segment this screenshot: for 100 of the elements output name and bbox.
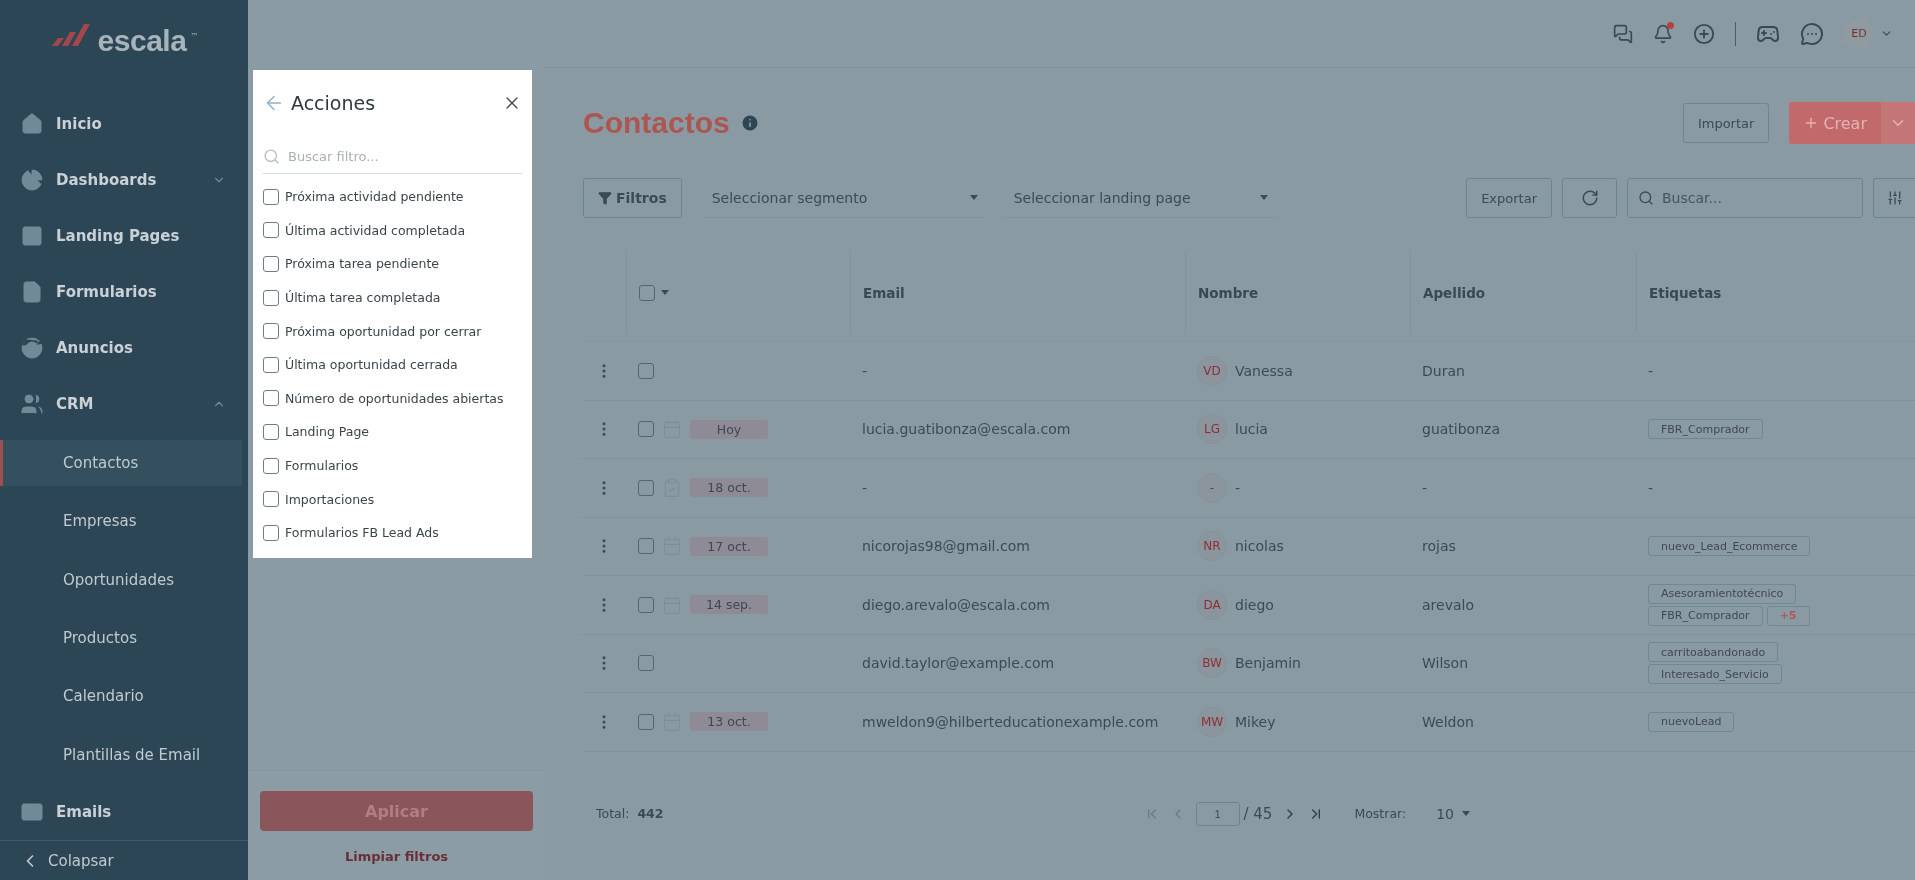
table-cell: - [850,459,1185,518]
column-header: Etiquetas [1636,252,1915,333]
submenu-item[interactable]: Plantillas de Email [0,725,242,784]
sidebar-item[interactable]: Landing Pages [0,208,248,264]
row-checkbox[interactable] [638,713,654,730]
first-name: Vanessa [1235,362,1293,379]
popup-title: Acciones [291,92,377,114]
date-chip: 14 sep. [690,595,768,615]
initials-avatar: BW [1197,648,1227,679]
submenu-item[interactable]: Productos [0,608,242,668]
sidebar-item[interactable]: Formularios [0,264,248,320]
support-chat-icon[interactable] [1800,21,1824,46]
info-icon[interactable] [739,113,760,133]
row-checkbox[interactable] [638,655,654,672]
bell-icon[interactable] [1653,23,1673,44]
add-icon[interactable] [1693,22,1715,45]
table-cell: nicorojas98@gmail.com [850,517,1185,576]
filter-option[interactable]: Última actividad completada [263,213,522,248]
search-icon [1638,190,1654,206]
search-field[interactable]: Buscar... [1660,189,1852,207]
checkbox[interactable] [263,289,279,306]
tag: nuevoLead [1648,711,1735,732]
sidebar-item[interactable]: Dashboards [0,152,248,208]
column-header: Nombre [1185,252,1410,333]
table-cell: mweldon9@hilberteducationexample.com [850,693,1185,752]
checkbox[interactable] [263,356,279,373]
checkbox[interactable] [263,423,279,440]
first-name: lucia [1235,421,1268,438]
row-checkbox[interactable] [638,538,654,555]
filter-option[interactable]: Última oportunidad cerrada [263,347,522,382]
first-name: - [1235,479,1241,496]
submenu-item[interactable]: Oportunidades [0,550,242,609]
user-avatar[interactable]: ED [1844,18,1874,49]
sidebar-item[interactable]: Inicio [0,96,248,152]
total-label: Total: [596,806,630,821]
table-cell: Duran [1410,342,1636,401]
row-checkbox[interactable] [638,479,654,496]
filter-option[interactable]: Próxima tarea pendiente [263,247,522,281]
submenu-item[interactable]: Empresas [0,491,242,551]
checkbox[interactable] [263,188,279,205]
filter-option[interactable]: Número de oportunidades abiertas [263,381,522,416]
filter-option[interactable]: Landing Page [263,415,522,449]
menu-item-icon [20,280,44,304]
table-cell: - [850,342,1185,401]
filter-option[interactable]: Formularios [263,448,522,483]
sidebar-item[interactable]: Anuncios [0,320,248,376]
import-button[interactable]: Importar [1682,103,1770,143]
logo-text: escala [97,24,187,58]
search-icon [263,148,280,165]
refresh-button[interactable] [1562,178,1617,218]
clear-filters-link[interactable]: Limpiar filtros [344,849,449,864]
row-checkbox[interactable] [638,421,654,438]
filter-option[interactable]: Última tarea completada [263,280,522,315]
table-cell: Wilson [1410,634,1636,693]
page-number-field[interactable]: 1 [1195,801,1240,826]
caret-icon[interactable] [661,290,669,295]
submenu-item[interactable]: Contactos [0,440,242,486]
checkbox[interactable] [263,491,279,508]
search-box[interactable]: Buscar... [1627,178,1863,218]
tag: FBR_Comprador [1648,605,1763,626]
filter-option[interactable]: Importaciones [263,482,522,516]
column-header: Apellido [1410,252,1636,333]
submenu-item[interactable]: Calendario [0,667,242,726]
column-settings-button[interactable] [1873,178,1915,218]
menu-item-icon [20,168,44,192]
checkbox[interactable] [263,457,279,474]
checkbox[interactable] [263,390,279,407]
menu-item-icon [20,392,44,416]
filter-option[interactable]: Formularios FB Lead Ads [263,515,522,550]
initials-avatar: NR [1197,531,1227,562]
sidebar-item[interactable]: CRM [0,376,248,432]
checkbox[interactable] [263,256,279,272]
row-checkbox[interactable] [638,362,654,379]
first-name: Mikey [1235,713,1276,730]
total-count: 442 [637,806,664,821]
refresh-icon [1580,189,1599,207]
export-button[interactable]: Exportar [1466,178,1552,218]
page-count: / 45 [1243,804,1273,823]
table-cell: rojas [1410,517,1636,576]
landing-page-select[interactable]: Seleccionar landing page [1005,178,1274,218]
segment-select[interactable]: Seleccionar segmento [703,178,984,218]
row-checkbox[interactable] [638,596,654,613]
menu-item-icon [20,800,44,824]
checkbox[interactable] [263,222,279,239]
chat-icon[interactable] [1613,23,1633,44]
filter-option[interactable]: Próxima oportunidad por cerrar [263,314,522,348]
menu-item-icon [20,224,44,248]
checkbox[interactable] [263,323,279,340]
page-size-select[interactable]: 10 [1436,805,1471,822]
initials-avatar: DA [1197,589,1227,620]
table-cell: diego.arevalo@escala.com [850,576,1185,635]
filters-button[interactable]: Filtros [583,178,682,218]
first-name: diego [1235,596,1274,613]
first-name: Benjamin [1235,655,1301,672]
sidebar-item[interactable]: Emails [0,784,248,840]
select-all-checkbox[interactable] [639,284,655,301]
tag: Asesoramientotécnico [1648,583,1797,604]
checkbox[interactable] [263,524,279,541]
filter-option[interactable]: Próxima actividad pendiente [263,180,522,214]
table-cell: guatibonza [1410,400,1636,459]
